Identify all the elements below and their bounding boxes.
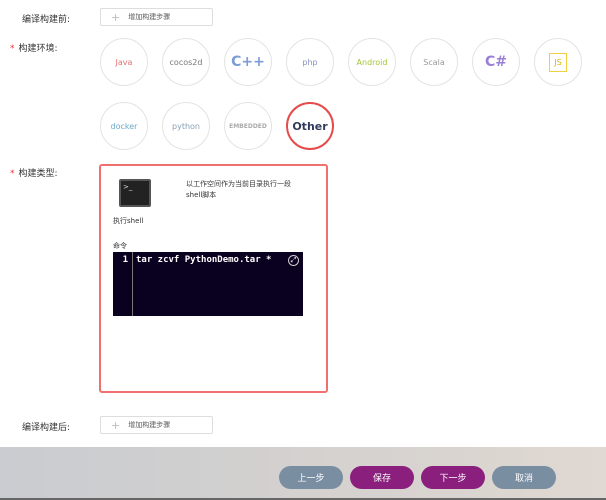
plus-icon: + [111, 418, 121, 432]
env-option-cpp[interactable]: C++ [224, 38, 272, 86]
next-button[interactable]: 下一步 [421, 466, 485, 489]
add-post-build-step-button[interactable]: + 增加构建步骤 [100, 416, 213, 434]
plus-icon: + [111, 10, 121, 24]
env-option-scala[interactable]: Scala [410, 38, 458, 86]
build-type-card[interactable]: >_ 以工作空间作为当前目录执行一段shell脚本 执行shell 命令 1 t… [99, 164, 328, 393]
fullscreen-icon[interactable]: ⤢ [288, 255, 299, 266]
env-option-php[interactable]: php [286, 38, 334, 86]
cocos-icon: cocos2d [169, 57, 203, 67]
cpp-icon: C++ [231, 54, 265, 70]
save-button[interactable]: 保存 [350, 466, 414, 489]
csharp-icon: C# [484, 54, 507, 70]
command-editor[interactable]: 1 tar zcvf PythonDemo.tar * ⤢ [113, 252, 303, 316]
env-option-other[interactable]: Other [286, 102, 334, 150]
build-type-label-text: 构建类型: [18, 169, 58, 179]
env-option-embedded[interactable]: EMBEDDED [224, 102, 272, 150]
command-text[interactable]: tar zcvf PythonDemo.tar * [136, 255, 271, 265]
add-step-label: 增加构建步骤 [128, 421, 171, 429]
js-icon: JS [549, 52, 567, 72]
build-type-description: 以工作空间作为当前目录执行一段shell脚本 [186, 180, 291, 199]
post-build-label: 编译构建后: [22, 423, 71, 433]
footer-bar: 上一步 保存 下一步 取消 [0, 447, 606, 500]
embedded-icon: EMBEDDED [229, 122, 267, 130]
line-number: 1 [113, 252, 133, 316]
env-option-csharp[interactable]: C# [472, 38, 520, 86]
command-label: 命令 [113, 242, 127, 250]
env-label-text: 构建环境: [18, 44, 58, 54]
add-pre-build-step-button[interactable]: + 增加构建步骤 [100, 8, 213, 26]
env-option-python[interactable]: python [162, 102, 210, 150]
env-option-android[interactable]: Android [348, 38, 396, 86]
java-icon: Java [115, 57, 133, 67]
add-step-label: 增加构建步骤 [128, 13, 171, 21]
docker-icon: docker [110, 121, 138, 131]
cancel-button[interactable]: 取消 [492, 466, 556, 489]
php-icon: php [302, 57, 318, 67]
prev-button[interactable]: 上一步 [279, 466, 343, 489]
env-option-docker[interactable]: docker [100, 102, 148, 150]
scala-icon: Scala [423, 57, 445, 67]
env-option-java[interactable]: Java [100, 38, 148, 86]
other-icon: Other [292, 119, 328, 133]
env-label: * 构建环境: [10, 44, 58, 54]
python-icon: python [172, 121, 200, 131]
android-icon: Android [356, 57, 388, 67]
env-option-cocos[interactable]: cocos2d [162, 38, 210, 86]
build-type-label: * 构建类型: [10, 169, 58, 179]
build-type-name: 执行shell [113, 217, 144, 225]
terminal-icon: >_ [119, 179, 151, 207]
env-option-js[interactable]: JS [534, 38, 582, 86]
pre-build-label: 编译构建前: [22, 15, 71, 25]
